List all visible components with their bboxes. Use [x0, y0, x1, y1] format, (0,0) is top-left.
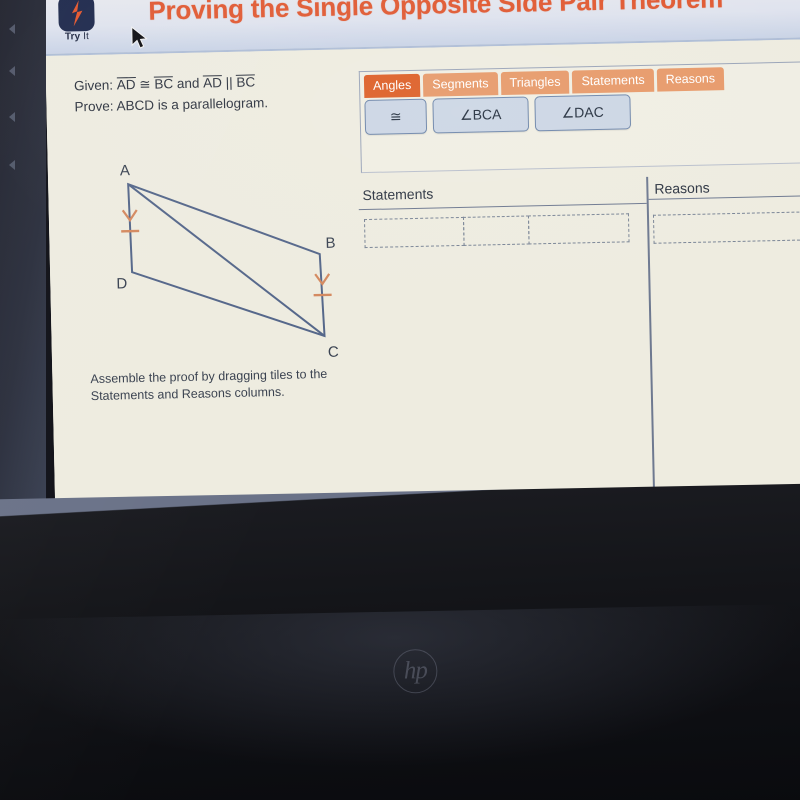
- reasons-column-header: Reasons: [654, 179, 710, 197]
- tile-category-tabs: Angles Segments Triangles Statements Rea…: [363, 67, 725, 99]
- page-body: Given: AD ≅ BC and AD || BC Prove: ABCD …: [45, 26, 800, 546]
- statement-dropzone-2[interactable]: [462, 215, 530, 246]
- try-it-badge: [58, 0, 95, 32]
- proof-table: Statements Reasons: [358, 173, 800, 523]
- tile-strip: ≅ ∠BCA ∠DAC: [364, 94, 632, 136]
- laptop-keyboard-deck: hp: [0, 482, 800, 800]
- tile-panel: Angles Segments Triangles Statements Rea…: [358, 60, 800, 174]
- tab-angles[interactable]: Angles: [363, 73, 421, 99]
- parallel-symbol: ||: [221, 74, 237, 91]
- tile-angle-bca[interactable]: ∠BCA: [432, 96, 530, 134]
- vertex-label-d: D: [116, 275, 127, 292]
- tile-angle-dac[interactable]: ∠DAC: [534, 94, 632, 132]
- diagonal-ac: [127, 183, 326, 337]
- parallel-arrow-bc-icon: [314, 273, 331, 286]
- segment-bc-1: BC: [154, 76, 174, 92]
- segment-ad-2: AD: [202, 75, 223, 91]
- given-and: and: [172, 75, 204, 92]
- statements-header-rule: [358, 202, 647, 211]
- laptop-screen: Try It Proving the Single Opposite Side …: [44, 0, 800, 546]
- statement-dropzone-3[interactable]: [527, 213, 630, 245]
- instructions-text: Assemble the proof by dragging tiles to …: [90, 366, 328, 404]
- geometry-figure: A B C D: [66, 153, 351, 374]
- try-it-label: Try It: [53, 31, 101, 43]
- deck-shading: [0, 602, 800, 800]
- page-title: Proving the Single Opposite Side Pair Th…: [148, 0, 724, 26]
- given-prove-block: Given: AD ≅ BC and AD || BC Prove: ABCD …: [74, 69, 365, 117]
- tile-congruent[interactable]: ≅: [364, 98, 428, 136]
- segment-ad-1: AD: [116, 77, 136, 93]
- vertex-label-a: A: [120, 162, 130, 179]
- given-prefix: Given:: [73, 77, 117, 94]
- bezel-arrow-icon: [9, 66, 15, 76]
- mouse-cursor-icon: [131, 26, 148, 49]
- try-it-label-rest: It: [80, 31, 90, 43]
- tab-triangles[interactable]: Triangles: [500, 70, 570, 96]
- congruent-symbol: ≅: [135, 76, 155, 93]
- application-page: Try It Proving the Single Opposite Side …: [44, 0, 800, 546]
- laptop-photo: Try It Proving the Single Opposite Side …: [0, 0, 800, 800]
- try-it-label-bold: Try: [64, 31, 81, 43]
- bezel-arrow-icon: [9, 24, 15, 34]
- vertex-label-c: C: [328, 344, 339, 361]
- vertex-label-b: B: [325, 235, 335, 252]
- parallelogram-diagram: A B C D: [116, 162, 339, 361]
- tab-reasons[interactable]: Reasons: [656, 67, 725, 92]
- bezel-arrow-icon: [9, 112, 15, 122]
- tab-segments[interactable]: Segments: [423, 72, 498, 97]
- segment-bc-2: BC: [236, 74, 256, 90]
- tab-statements[interactable]: Statements: [572, 68, 654, 94]
- statements-column-header: Statements: [362, 185, 434, 204]
- bezel-arrow-icon: [9, 160, 15, 170]
- reason-dropzone-1[interactable]: [652, 210, 800, 244]
- statement-dropzone-1[interactable]: [363, 216, 465, 249]
- lightning-bolt-icon: [71, 0, 83, 27]
- screen-left-bezel: [0, 0, 46, 540]
